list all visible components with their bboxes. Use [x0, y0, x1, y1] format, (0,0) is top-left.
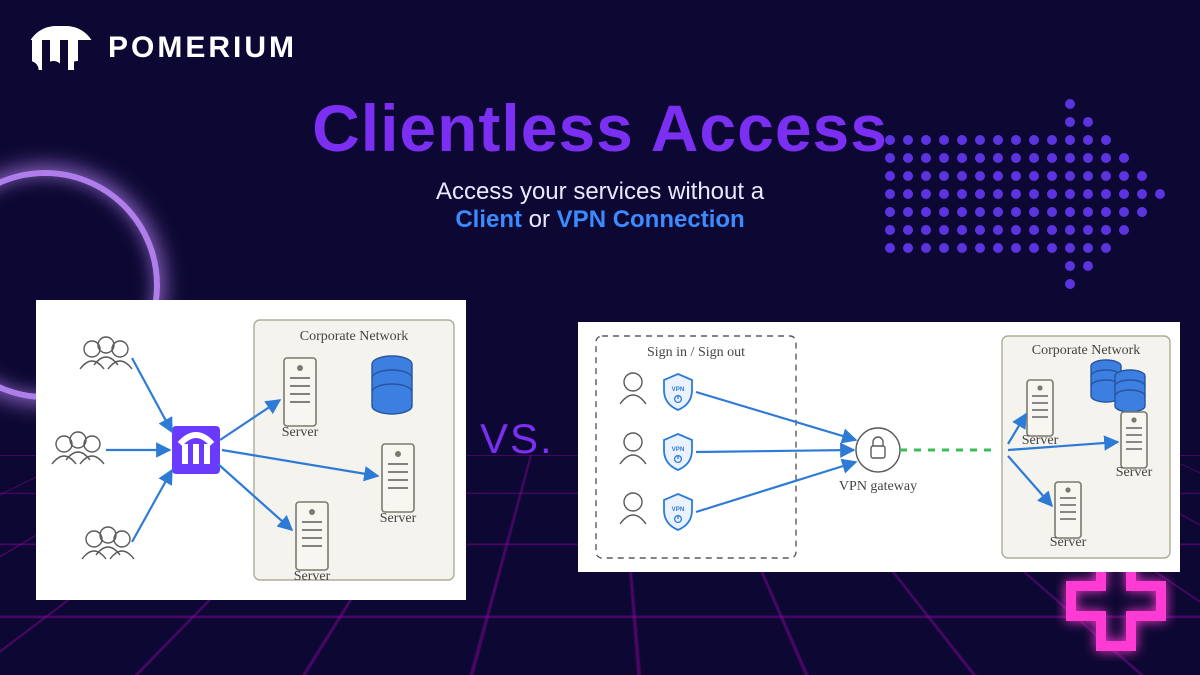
server-icon	[1055, 482, 1081, 538]
server-icon	[1121, 412, 1147, 468]
vpn-gateway-label: VPN gateway	[839, 479, 917, 494]
users-icon	[52, 432, 104, 464]
vpn-gateway-icon	[856, 428, 900, 472]
versus-label: VS.	[480, 415, 554, 463]
subtitle-highlight-client: Client	[455, 206, 522, 233]
subtitle-or: or	[522, 206, 557, 233]
subtitle-lead: Access your services without a	[436, 178, 764, 205]
right-box-label: Corporate Network	[1032, 343, 1140, 358]
server-label: Server	[380, 511, 417, 526]
pomerium-gateway-icon	[172, 426, 220, 474]
database-icon	[372, 356, 412, 414]
left-box-label: Corporate Network	[300, 329, 408, 344]
user-icon	[620, 493, 646, 524]
database-icon	[1115, 370, 1145, 412]
brand-name: POMERIUM	[108, 31, 297, 65]
auth-box-label: Sign in / Sign out	[647, 345, 745, 360]
vpn-shield-icon	[664, 374, 692, 410]
diagram-clientless: Corporate Network Server Server Server	[36, 300, 466, 600]
server-icon	[296, 502, 328, 570]
server-icon	[1027, 380, 1053, 436]
page-title: Clientless Access	[0, 90, 1200, 166]
server-icon	[284, 358, 316, 426]
users-icon	[82, 527, 134, 559]
server-label: Server	[1116, 465, 1153, 480]
users-icon	[80, 337, 132, 369]
vpn-shield-icon	[664, 494, 692, 530]
server-icon	[382, 444, 414, 512]
server-label: Server	[294, 569, 331, 584]
pomerium-mark-icon	[26, 26, 96, 70]
user-icon	[620, 433, 646, 464]
server-label: Server	[1050, 535, 1087, 550]
brand-logo: POMERIUM	[26, 26, 297, 70]
user-icon	[620, 373, 646, 404]
subtitle-highlight-vpn: VPN Connection	[557, 206, 745, 233]
server-label: Server	[282, 425, 319, 440]
vpn-shield-icon	[664, 434, 692, 470]
diagram-vpn: VPN Sign in / Sign out	[578, 322, 1180, 572]
page-subtitle: Access your services without a Client or…	[0, 178, 1200, 234]
